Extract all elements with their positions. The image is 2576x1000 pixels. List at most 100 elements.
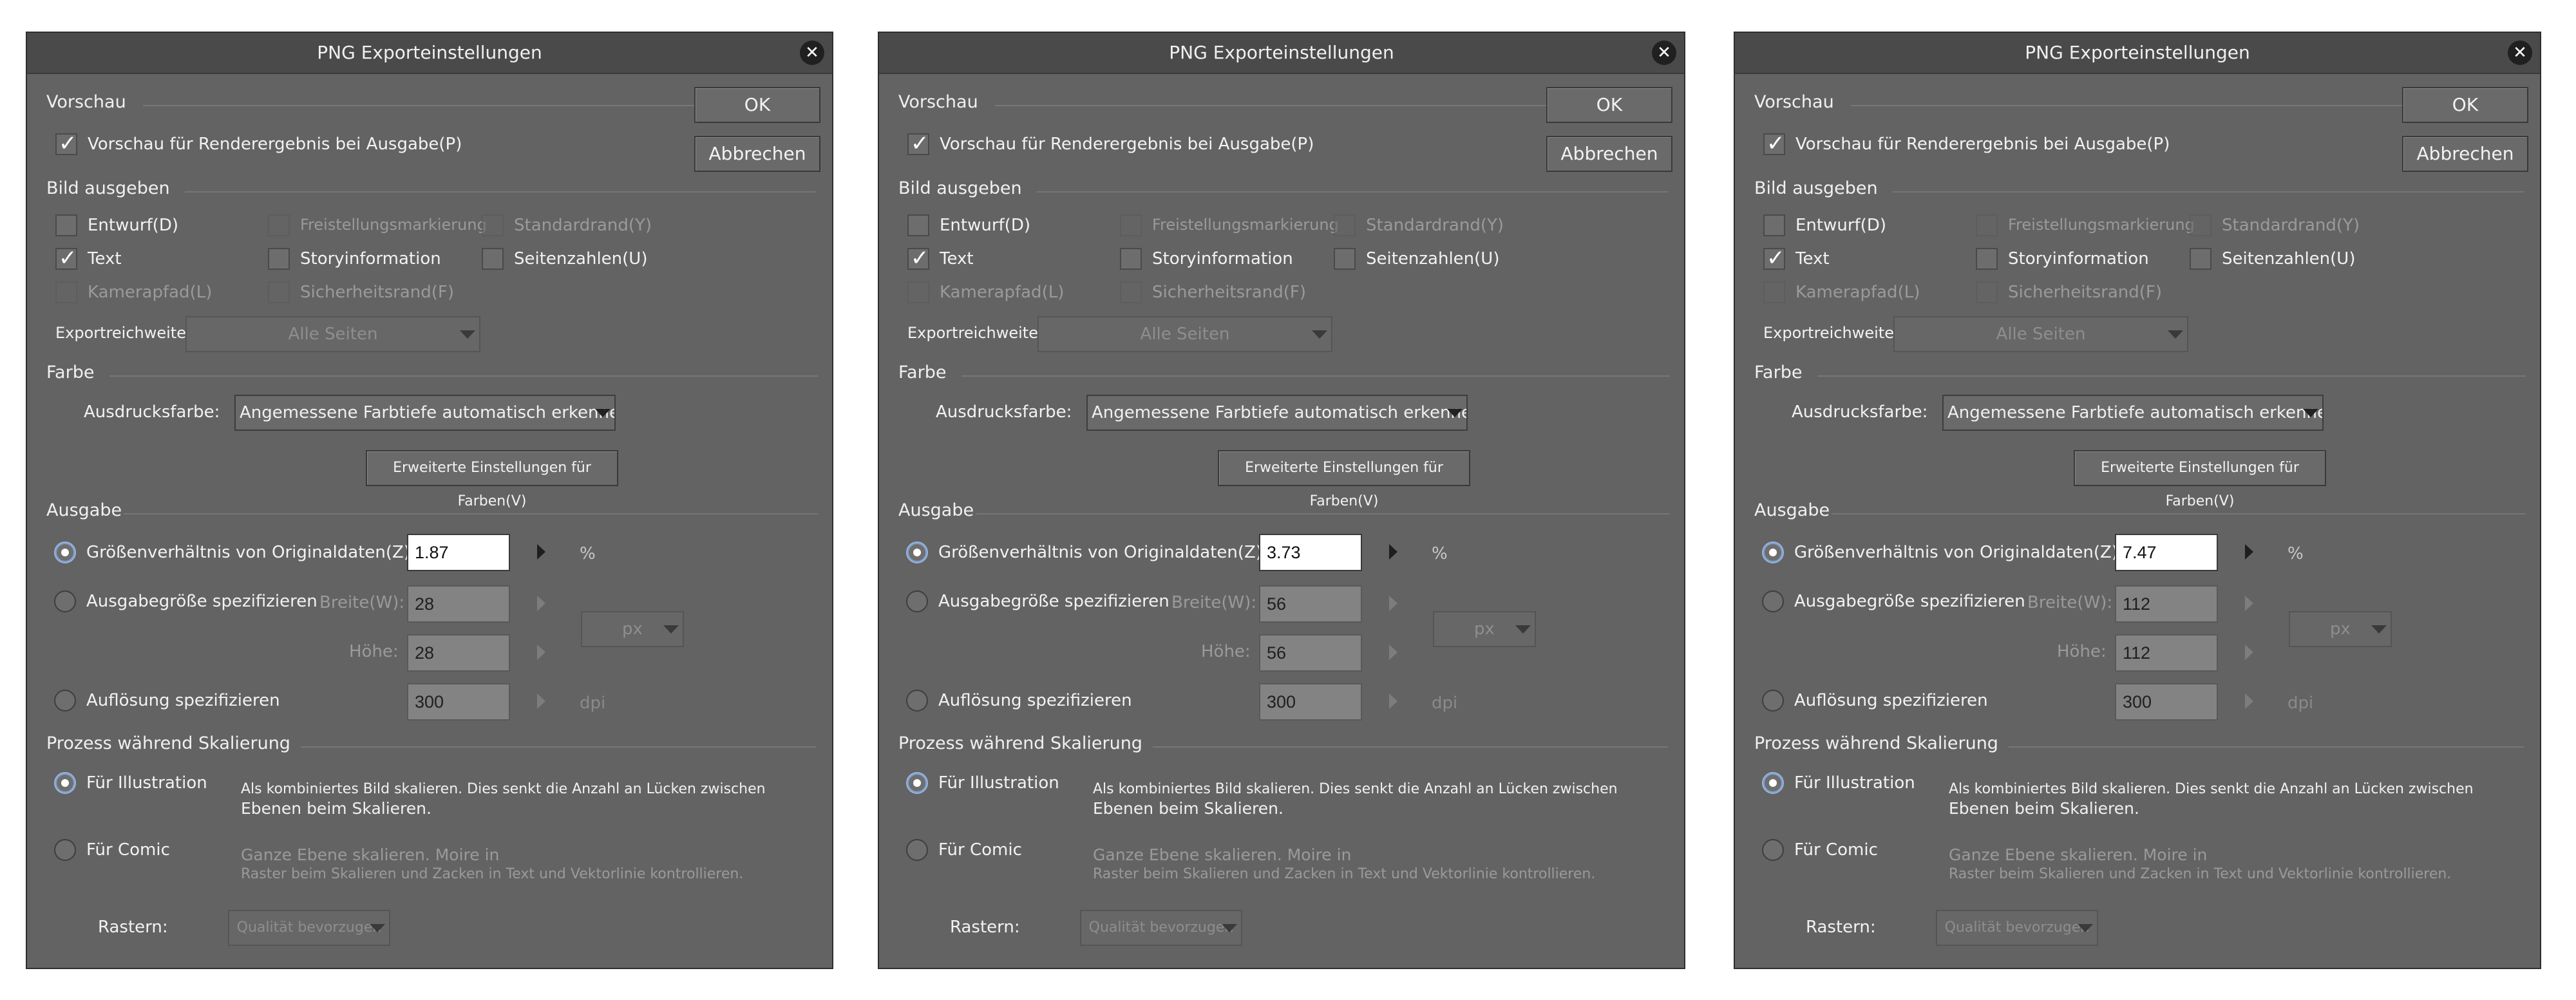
divider (1893, 191, 2524, 193)
print-color-select[interactable]: Angemessene Farbtiefe automatisch erkenn… (1942, 395, 2324, 431)
section-color: Farbe (46, 363, 95, 382)
height-label: Höhe: (349, 642, 399, 661)
draft-checkbox-label: Entwurf(D) (940, 216, 1030, 235)
ratio-radio[interactable] (1762, 542, 1784, 563)
ratio-radio[interactable] (906, 542, 928, 563)
width-spin-arrow-icon (1389, 596, 1397, 611)
ok-button[interactable]: OK (1546, 87, 1672, 123)
for-comic-radio[interactable] (1762, 839, 1784, 861)
text-checkbox[interactable] (55, 245, 77, 271)
close-icon[interactable]: ✕ (800, 41, 824, 65)
ratio-input[interactable]: 3.73 (1259, 534, 1362, 571)
divider (1817, 375, 2526, 377)
resolution-radio[interactable] (906, 690, 928, 712)
print-color-value: Angemessene Farbtiefe automatisch erkenn… (1947, 403, 2324, 422)
chevron-down-icon (2078, 924, 2093, 932)
for-comic-radio[interactable] (906, 839, 928, 861)
ratio-radio[interactable] (54, 542, 76, 563)
height-input: 112 (2115, 634, 2218, 672)
preview-checkbox[interactable] (907, 131, 929, 156)
camera-path-checkbox-label: Kamerapfad(L) (1795, 283, 1920, 302)
title-bar[interactable]: PNG Exporteinstellungen ✕ (1735, 33, 2540, 74)
chevron-down-icon (1312, 330, 1327, 339)
height-label: Höhe: (2057, 642, 2107, 661)
output-size-radio[interactable] (1762, 590, 1784, 612)
page-numbers-checkbox[interactable] (2190, 248, 2211, 270)
for-comic-radio[interactable] (54, 839, 76, 861)
advanced-color-settings-button[interactable]: Erweiterte Einstellungen für Farben(V) (366, 450, 618, 509)
close-icon[interactable]: ✕ (2508, 41, 2532, 65)
page-numbers-checkbox-label: Seitenzahlen(U) (1366, 249, 1500, 269)
draft-checkbox[interactable] (55, 214, 77, 236)
safety-border-checkbox-label: Sicherheitsrand(F) (300, 283, 455, 302)
illustration-description-line1: Als kombiniertes Bild skalieren. Dies se… (241, 781, 766, 797)
ratio-input[interactable]: 1.87 (407, 534, 510, 571)
chevron-down-icon (370, 924, 385, 932)
chevron-down-icon (2303, 409, 2318, 417)
section-preview: Vorschau (898, 92, 978, 112)
draft-checkbox[interactable] (1763, 214, 1785, 236)
print-color-select[interactable]: Angemessene Farbtiefe automatisch erkenn… (1086, 395, 1468, 431)
ratio-input[interactable]: 7.47 (2115, 534, 2218, 571)
chevron-down-icon (1222, 924, 1237, 932)
ratio-spin-arrow-icon[interactable] (537, 544, 545, 560)
title-bar[interactable]: PNG Exporteinstellungen ✕ (879, 33, 1684, 74)
output-size-radio[interactable] (54, 590, 76, 612)
for-illustration-label: Für Illustration (86, 773, 207, 793)
png-export-dialog-3: PNG Exporteinstellungen ✕ Vorschau Vorsc… (1734, 32, 2541, 969)
ok-button[interactable]: OK (2402, 87, 2528, 123)
page-numbers-checkbox[interactable] (482, 248, 504, 270)
safety-border-checkbox (1120, 281, 1142, 303)
draft-checkbox[interactable] (907, 214, 929, 236)
divider (1037, 191, 1668, 193)
print-color-value: Angemessene Farbtiefe automatisch erkenn… (1092, 403, 1468, 422)
for-illustration-radio[interactable] (906, 772, 928, 794)
title-bar[interactable]: PNG Exporteinstellungen ✕ (27, 33, 832, 74)
advanced-color-settings-button[interactable]: Erweiterte Einstellungen für Farben(V) (2074, 450, 2326, 509)
chevron-down-icon (1447, 409, 1463, 417)
ratio-unit: % (580, 544, 596, 563)
comic-description-line2: Raster beim Skalieren und Zacken in Text… (241, 866, 744, 882)
safety-border-checkbox (1976, 281, 1998, 303)
camera-path-checkbox (907, 281, 929, 303)
export-range-select: Alle Seiten (1893, 316, 2188, 352)
story-info-checkbox[interactable] (1120, 248, 1142, 270)
page-numbers-checkbox[interactable] (1334, 248, 1356, 270)
for-illustration-radio[interactable] (1762, 772, 1784, 794)
story-info-checkbox[interactable] (268, 248, 290, 270)
resolution-radio[interactable] (54, 690, 76, 712)
crop-marks-checkbox-label: Freistellungsmarkierung (1152, 216, 1339, 234)
divider (976, 513, 1670, 514)
text-checkbox[interactable] (1763, 245, 1785, 271)
resolution-input: 300 (407, 683, 510, 721)
ratio-spin-arrow-icon[interactable] (1389, 544, 1397, 560)
cancel-button[interactable]: Abbrechen (2402, 136, 2528, 172)
story-info-checkbox[interactable] (1976, 248, 1998, 270)
preview-checkbox[interactable] (55, 131, 77, 156)
cancel-button[interactable]: Abbrechen (694, 136, 820, 172)
draft-checkbox-label: Entwurf(D) (88, 216, 178, 235)
for-comic-label: Für Comic (938, 840, 1022, 860)
resolution-unit: dpi (580, 693, 606, 713)
text-checkbox-label: Text (1795, 249, 1830, 269)
draft-checkbox-label: Entwurf(D) (1795, 216, 1886, 235)
height-label: Höhe: (1201, 642, 1251, 661)
dialog-title: PNG Exporteinstellungen (2025, 42, 2250, 63)
ok-button[interactable]: OK (694, 87, 820, 123)
ratio-spin-arrow-icon[interactable] (2245, 544, 2253, 560)
preview-checkbox[interactable] (1763, 131, 1785, 156)
close-icon[interactable]: ✕ (1652, 41, 1676, 65)
raster-label: Rastern: (950, 918, 1020, 937)
output-size-radio[interactable] (906, 590, 928, 612)
illustration-description-line2: Ebenen beim Skalieren. (1093, 799, 1283, 818)
text-checkbox[interactable] (907, 245, 929, 271)
height-spin-arrow-icon (2245, 645, 2253, 660)
print-color-select[interactable]: Angemessene Farbtiefe automatisch erkenn… (234, 395, 616, 431)
cancel-button[interactable]: Abbrechen (1546, 136, 1672, 172)
default-border-checkbox (482, 214, 504, 236)
section-preview: Vorschau (46, 92, 126, 112)
section-output-image: Bild ausgeben (46, 178, 170, 198)
advanced-color-settings-button[interactable]: Erweiterte Einstellungen für Farben(V) (1218, 450, 1470, 509)
resolution-radio[interactable] (1762, 690, 1784, 712)
for-illustration-radio[interactable] (54, 772, 76, 794)
